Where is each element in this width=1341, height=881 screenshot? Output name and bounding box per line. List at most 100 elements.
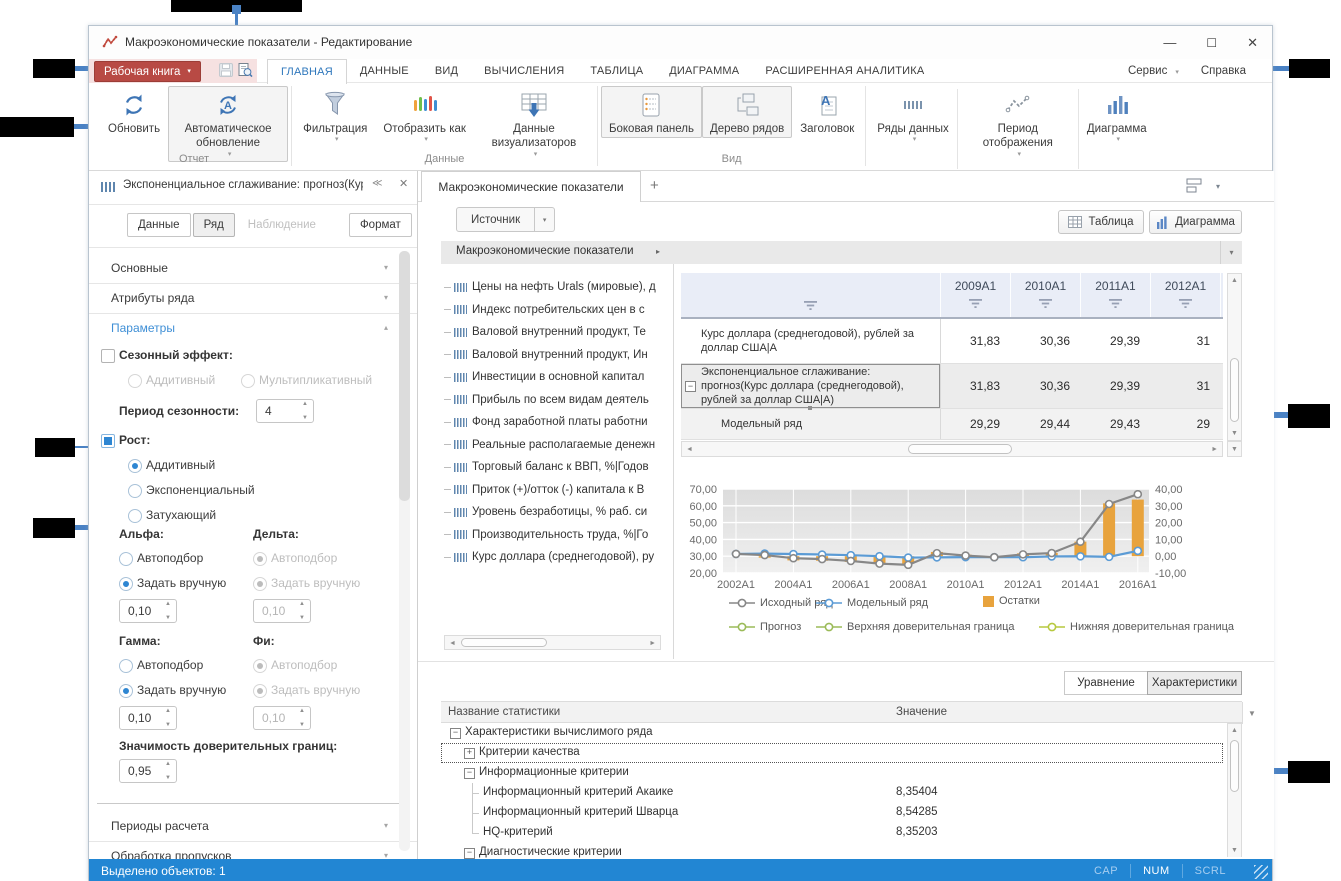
growth-exponential-radio[interactable] <box>128 484 142 498</box>
spinner-down-icon[interactable]: ▼ <box>165 722 171 728</box>
table-cell[interactable]: 30,36 <box>1011 364 1081 408</box>
table-row-name[interactable]: Курс доллара (среднегодовой), рублей за … <box>681 319 941 363</box>
display-period-button[interactable]: Период отображения▾ <box>958 86 1078 162</box>
series-list-item[interactable]: Прибыль по всем видам деятель <box>444 390 671 410</box>
series-list-item[interactable]: Торговый баланс к ВВП, %|Годов <box>444 457 671 477</box>
maximize-button[interactable]: ☐ <box>1206 37 1217 49</box>
side-panel-tab-данные[interactable]: Данные <box>127 213 191 237</box>
spinner-up-icon[interactable]: ▲ <box>165 601 171 607</box>
ribbon-tab-главная[interactable]: ГЛАВНАЯ <box>267 59 347 84</box>
close-button[interactable]: ✕ <box>1247 36 1258 49</box>
filter-icon[interactable] <box>969 298 982 312</box>
table-column-header[interactable]: 2009A1 <box>941 273 1011 317</box>
ribbon-tab-расширенная аналитика[interactable]: РАСШИРЕННАЯ АНАЛИТИКА <box>752 59 937 83</box>
series-list-item[interactable]: Приток (+)/отток (-) капитала к В <box>444 480 671 500</box>
display-as-button[interactable]: Отобразить как▾ <box>375 86 474 147</box>
series-tree-button[interactable]: Дерево рядов <box>702 86 792 138</box>
stats-row[interactable]: −Информационные критерии <box>441 763 1223 783</box>
growth-checkbox[interactable] <box>101 434 115 448</box>
minimize-button[interactable]: — <box>1163 36 1176 49</box>
table-cell[interactable]: 29,44 <box>1011 409 1081 439</box>
table-row[interactable]: −Экспоненциальное сглаживание: прогноз(К… <box>681 364 1223 409</box>
section-periods[interactable]: Периоды расчета <box>111 819 209 833</box>
series-list-item[interactable]: Производительность труда, %|Го <box>444 525 671 545</box>
table-hscrollbar-thumb[interactable] <box>908 444 1012 454</box>
section-main[interactable]: Основные <box>111 261 168 275</box>
growth-additive-radio[interactable] <box>128 459 142 473</box>
table-cell[interactable]: 31 <box>1151 364 1221 408</box>
chart-button[interactable]: Диаграмма▾ <box>1079 86 1155 147</box>
collapse-node-icon[interactable]: − <box>464 768 475 779</box>
resize-grip-icon[interactable] <box>1254 865 1268 879</box>
table-corner-header[interactable] <box>681 273 941 317</box>
alpha-manual-radio[interactable] <box>119 577 133 591</box>
delta-auto-radio[interactable] <box>253 552 267 566</box>
delta-stepper[interactable]: 0,10 ▲▼ <box>253 599 311 623</box>
expand-node-icon[interactable]: + <box>464 748 475 759</box>
table-cell[interactable]: 31 <box>1151 319 1221 363</box>
visualizer-data-button[interactable]: Данные визуализаторов▾ <box>474 86 594 162</box>
chevron-down-icon[interactable]: ▾ <box>1216 182 1220 191</box>
stats-row[interactable]: −Диагностические критерии <box>441 843 1223 859</box>
table-row-name[interactable]: Модельный ряд <box>681 409 941 439</box>
filter-icon[interactable] <box>1179 298 1192 312</box>
table-row[interactable]: Курс доллара (среднегодовой), рублей за … <box>681 319 1223 364</box>
stats-row[interactable]: Информационный критерий Акаике8,35404 <box>441 783 1223 803</box>
filter-icon[interactable]: ▼ <box>1242 702 1261 724</box>
spinner-down-icon[interactable]: ▼ <box>165 775 171 781</box>
table-column-header[interactable]: 2012A1 <box>1151 273 1221 317</box>
table-column-header[interactable]: 2010A1 <box>1011 273 1081 317</box>
breadcrumb[interactable]: Макроэкономические показатели ▸ ▾ <box>441 241 1242 264</box>
series-list-item[interactable]: Индекс потребительских цен в с <box>444 300 671 320</box>
collapse-panel-icon[interactable]: ≪ <box>372 178 382 189</box>
section-attrs[interactable]: Атрибуты ряда <box>111 291 194 305</box>
list-hscrollbar[interactable]: ◄► <box>444 635 661 650</box>
table-cell[interactable]: 29,39 <box>1081 319 1151 363</box>
data-series-button[interactable]: Ряды данных▾ <box>869 86 957 147</box>
menu-help[interactable]: Справка <box>1201 65 1246 77</box>
layout-icon[interactable] <box>1186 178 1203 198</box>
alpha-auto-radio[interactable] <box>119 552 133 566</box>
series-list-item[interactable]: Курс доллара (среднегодовой), ру <box>444 547 671 567</box>
spinner-up-icon[interactable]: ▲ <box>165 708 171 714</box>
series-list-item[interactable]: Реальные располагаемые денежн <box>444 435 671 455</box>
delta-manual-radio[interactable] <box>253 577 267 591</box>
characteristics-button[interactable]: Характеристики <box>1147 671 1242 695</box>
document-tab[interactable]: Макроэкономические показатели <box>421 171 641 202</box>
collapse-node-icon[interactable]: − <box>464 848 475 859</box>
series-list-item[interactable]: Цены на нефть Urals (мировые), д <box>444 277 671 297</box>
series-list-item[interactable]: Фонд заработной платы работни <box>444 412 671 432</box>
seasonal-additive-radio[interactable] <box>128 374 142 388</box>
side-panel-tab-формат[interactable]: Формат <box>349 213 412 237</box>
side-panel-button[interactable]: Боковая панель <box>601 86 702 138</box>
growth-damped-radio[interactable] <box>128 509 142 523</box>
list-hscrollbar-thumb[interactable] <box>461 638 547 647</box>
stats-row[interactable]: HQ-критерий8,35203 <box>441 823 1223 843</box>
ribbon-tab-данные[interactable]: ДАННЫЕ <box>347 59 422 83</box>
filter-icon[interactable] <box>1109 298 1122 312</box>
table-cell[interactable]: 29 <box>1151 409 1221 439</box>
ribbon-tab-вычисления[interactable]: ВЫЧИСЛЕНИЯ <box>471 59 577 83</box>
ribbon-tab-вид[interactable]: ВИД <box>422 59 471 83</box>
table-column-header[interactable]: 2011A1 <box>1081 273 1151 317</box>
table-cell[interactable]: 30,36 <box>1011 319 1081 363</box>
phi-manual-radio[interactable] <box>253 684 267 698</box>
gamma-manual-radio[interactable] <box>119 684 133 698</box>
seasonal-checkbox[interactable] <box>101 349 115 363</box>
auto-refresh-button[interactable]: AАвтоматическое обновление▾ <box>168 86 288 162</box>
table-view-button[interactable]: Таблица <box>1058 210 1144 234</box>
gamma-auto-radio[interactable] <box>119 659 133 673</box>
preview-icon[interactable] <box>237 62 253 83</box>
title-bar[interactable]: Макроэкономические показатели - Редактир… <box>89 26 1272 59</box>
stats-row[interactable]: −Характеристики вычислимого ряда <box>441 723 1223 743</box>
stats-vscrollbar-thumb[interactable] <box>1230 740 1239 792</box>
table-cell[interactable]: 29,43 <box>1081 409 1151 439</box>
ribbon-tab-таблица[interactable]: ТАБЛИЦА <box>577 59 656 83</box>
chevron-down-icon[interactable]: ▾ <box>1220 241 1242 264</box>
table-scroll-corner[interactable]: ▼ <box>1227 441 1242 457</box>
table-cell[interactable]: 29,39 <box>1081 364 1151 408</box>
filter-button[interactable]: Фильтрация▾ <box>295 86 375 147</box>
close-panel-icon[interactable]: ✕ <box>399 177 408 190</box>
spinner-up-icon[interactable]: ▲ <box>165 761 171 767</box>
series-list-item[interactable]: Валовой внутренний продукт, Те <box>444 322 671 342</box>
